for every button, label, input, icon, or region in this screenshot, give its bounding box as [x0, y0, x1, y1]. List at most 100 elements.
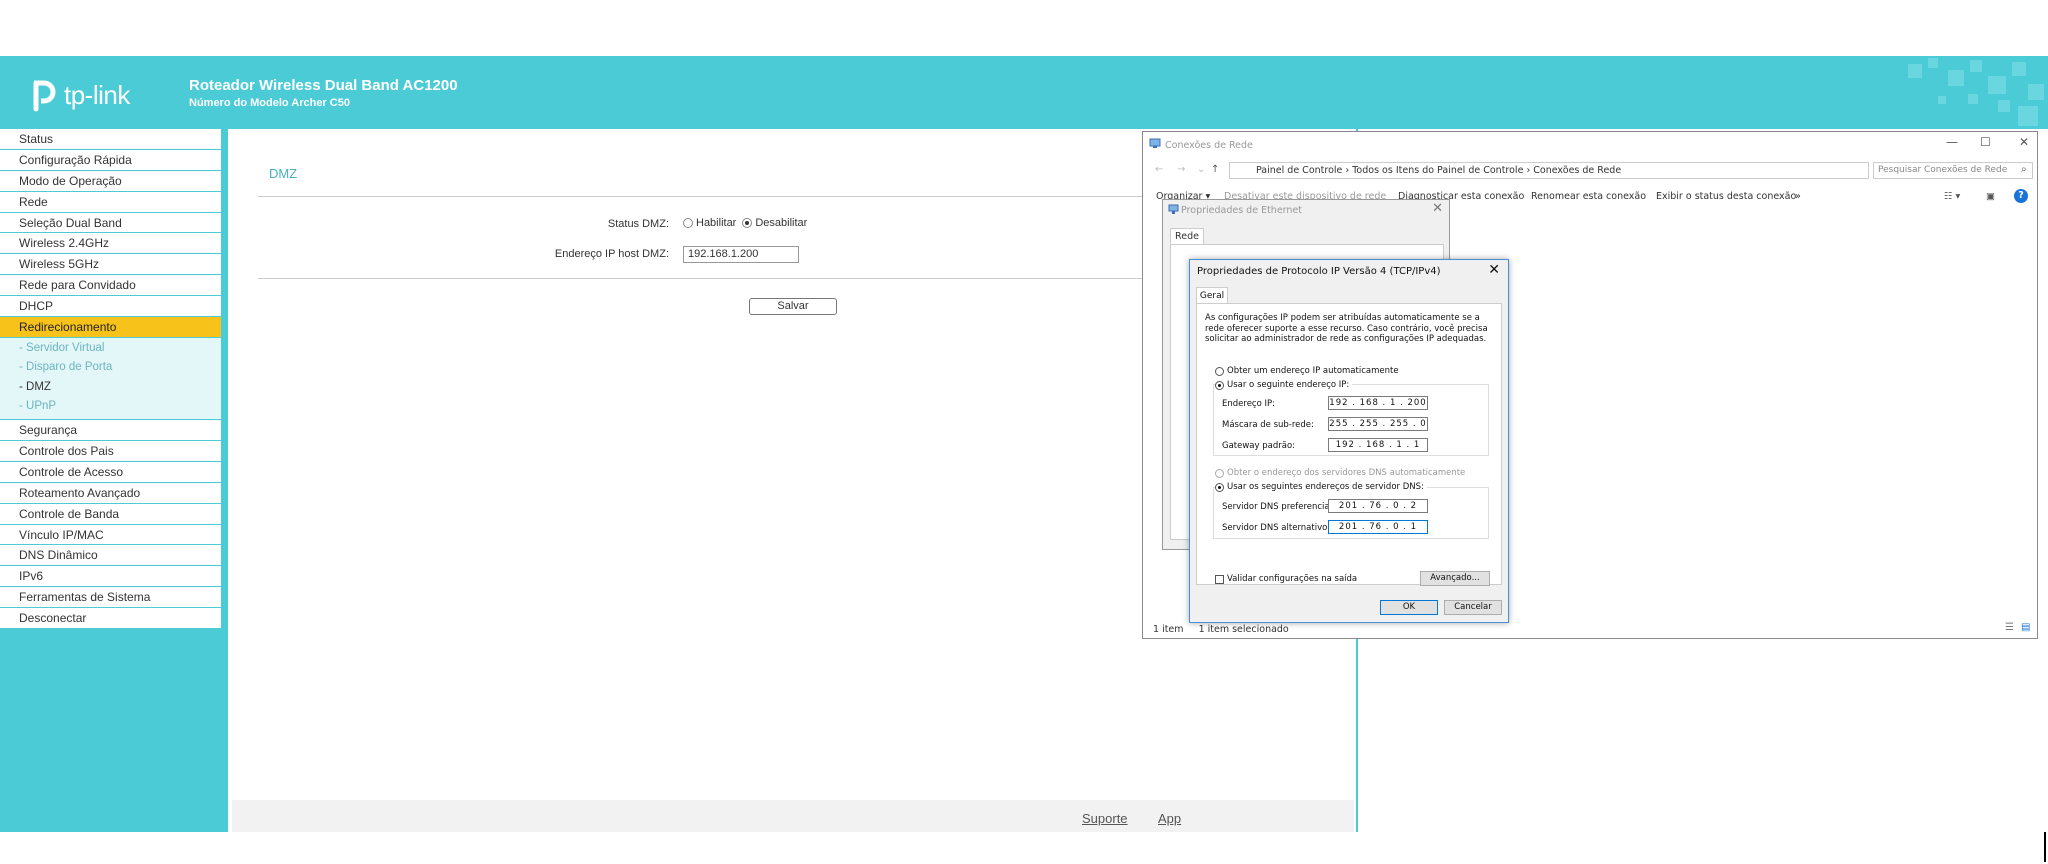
- auto-dns-radio[interactable]: [1215, 468, 1224, 478]
- validate-checkbox[interactable]: [1215, 574, 1224, 584]
- gateway-field[interactable]: 192 . 168 . 1 . 1: [1328, 438, 1428, 452]
- dropdown-icon[interactable]: ⌄: [1197, 164, 1205, 175]
- sidebar-item-status[interactable]: Status: [0, 129, 221, 150]
- tab-network[interactable]: Rede: [1170, 228, 1204, 245]
- rename-button[interactable]: Renomear esta conexão: [1531, 191, 1646, 202]
- manual-dns-group: Servidor DNS preferencial: 201 . 76 . 0 …: [1213, 487, 1489, 539]
- details-view-icon[interactable]: ☰: [2005, 622, 2014, 633]
- footer: Suporte App: [232, 800, 1354, 832]
- cancel-button[interactable]: Cancelar: [1444, 600, 1502, 615]
- dialog-title: Propriedades de Protocolo IP Versão 4 (T…: [1197, 266, 1441, 277]
- alternate-dns-field[interactable]: 201 . 76 . 0 . 1: [1328, 520, 1428, 534]
- sidebar-item-operation-mode[interactable]: Modo de Operação: [0, 170, 221, 192]
- breadcrumb-network-connections[interactable]: Conexões de Rede: [1533, 165, 1621, 176]
- manual-ip-option[interactable]: Usar o seguinte endereço IP:: [1215, 380, 1353, 390]
- sidebar-item-access-control[interactable]: Controle de Acesso: [0, 461, 221, 483]
- status-item-count: 1 item: [1153, 624, 1184, 635]
- sidebar-item-advanced-routing[interactable]: Roteamento Avançado: [0, 482, 221, 504]
- sidebar-item-ipv6[interactable]: IPv6: [0, 566, 221, 588]
- app-link[interactable]: App: [1158, 811, 1181, 826]
- manual-ip-label: Usar o seguinte endereço IP:: [1227, 380, 1350, 390]
- sidebar-item-security[interactable]: Segurança: [0, 420, 221, 441]
- ok-button[interactable]: OK: [1380, 600, 1438, 615]
- disable-label: Desabilitar: [755, 217, 808, 229]
- close-icon[interactable]: ✕: [1432, 201, 1443, 216]
- manual-ip-radio[interactable]: [1215, 380, 1224, 390]
- dmz-status-radios: Habilitar Desabilitar: [683, 217, 807, 229]
- sidebar-item-dual-band[interactable]: Seleção Dual Band: [0, 212, 221, 234]
- subnet-mask-field[interactable]: 255 . 255 . 255 . 0: [1328, 417, 1428, 431]
- sidebar-item-quick-setup[interactable]: Configuração Rápida: [0, 149, 221, 171]
- breadcrumb-all-items[interactable]: Todos os Itens do Painel de Controle: [1352, 165, 1523, 176]
- dmz-host-ip-label: Endereço IP host DMZ:: [554, 248, 669, 260]
- maximize-icon[interactable]: ☐: [1980, 135, 1991, 149]
- minimize-icon[interactable]: —: [1946, 135, 1958, 149]
- auto-dns-option[interactable]: Obter o endereço dos servidores DNS auto…: [1215, 468, 1465, 478]
- search-icon[interactable]: ⌕: [2021, 164, 2027, 175]
- sidebar-subitem-port-triggering[interactable]: - Disparo de Porta: [0, 358, 221, 377]
- router-header: tp-link Roteador Wireless Dual Band AC12…: [0, 56, 2048, 129]
- view-status-button[interactable]: Exibir o status desta conexão: [1656, 191, 1796, 202]
- auto-ip-radio[interactable]: [1215, 366, 1224, 376]
- forwarding-submenu: - Servidor Virtual - Disparo de Porta - …: [0, 337, 221, 421]
- close-icon[interactable]: ✕: [2019, 135, 2029, 149]
- sidebar-item-guest-network[interactable]: Rede para Convidado: [0, 275, 221, 297]
- status-bar: 1 item 1 item selecionado: [1153, 624, 1289, 635]
- advanced-button[interactable]: Avançado...: [1420, 571, 1490, 586]
- dmz-status-label: Status DMZ:: [607, 218, 669, 230]
- preview-pane-icon[interactable]: ▣: [1986, 191, 1995, 202]
- manual-dns-label: Usar os seguintes endereços de servidor …: [1227, 482, 1424, 492]
- forward-icon[interactable]: →: [1177, 164, 1185, 175]
- sidebar-item-parental-control[interactable]: Controle dos Pais: [0, 440, 221, 462]
- back-icon[interactable]: ←: [1155, 164, 1163, 175]
- sidebar-item-forwarding[interactable]: Redirecionamento: [0, 317, 221, 338]
- router-title: Roteador Wireless Dual Band AC1200: [189, 77, 458, 94]
- sidebar-item-ip-mac-binding[interactable]: Vínculo IP/MAC: [0, 524, 221, 546]
- ip-address-field[interactable]: 192 . 168 . 1 . 200: [1328, 396, 1428, 410]
- ipv4-properties-dialog: Propriedades de Protocolo IP Versão 4 (T…: [1189, 259, 1509, 623]
- logo-text: tp-link: [64, 79, 130, 110]
- sidebar-nav: Status Configuração Rápida Modo de Opera…: [0, 129, 221, 629]
- help-icon[interactable]: ?: [2014, 189, 2028, 203]
- text-caret: [2044, 832, 2046, 862]
- dmz-host-ip-input[interactable]: 192.168.1.200: [683, 246, 799, 263]
- search-input[interactable]: Pesquisar Conexões de Rede: [1873, 162, 2033, 179]
- sidebar-subitem-upnp[interactable]: - UPnP: [0, 397, 221, 416]
- up-icon[interactable]: ↑: [1211, 164, 1219, 175]
- sidebar-item-dynamic-dns[interactable]: DNS Dinâmico: [0, 545, 221, 567]
- view-options-icon[interactable]: ☷ ▾: [1944, 191, 1960, 202]
- sidebar-item-system-tools[interactable]: Ferramentas de Sistema: [0, 587, 221, 609]
- auto-ip-label: Obter um endereço IP automaticamente: [1227, 366, 1399, 376]
- support-link[interactable]: Suporte: [1082, 811, 1128, 826]
- address-bar[interactable]: Painel de Controle › Todos os Itens do P…: [1229, 162, 1869, 179]
- sidebar-item-wireless-24[interactable]: Wireless 2.4GHz: [0, 233, 221, 255]
- preferred-dns-field[interactable]: 201 . 76 . 0 . 2: [1328, 499, 1428, 513]
- sidebar-item-logout[interactable]: Desconectar: [0, 608, 221, 629]
- manual-dns-radio[interactable]: [1215, 482, 1224, 492]
- sidebar-subitem-dmz[interactable]: - DMZ: [0, 378, 221, 397]
- window-title: Propriedades de Ethernet: [1181, 205, 1303, 216]
- page-title: DMZ: [269, 166, 298, 181]
- sidebar-item-bandwidth-control[interactable]: Controle de Banda: [0, 503, 221, 525]
- breadcrumb-control-panel[interactable]: Painel de Controle: [1256, 165, 1342, 176]
- save-button[interactable]: Salvar: [749, 298, 837, 315]
- disable-radio[interactable]: [742, 218, 753, 228]
- enable-radio[interactable]: [683, 218, 693, 228]
- general-tab-panel: As configurações IP podem ser atribuídas…: [1196, 303, 1502, 585]
- alternate-dns-label: Servidor DNS alternativo:: [1222, 523, 1331, 533]
- tp-link-logo-icon: [33, 80, 56, 112]
- tab-general[interactable]: Geral: [1196, 287, 1228, 304]
- more-commands-button[interactable]: »: [1795, 191, 1801, 202]
- sidebar-item-wireless-5[interactable]: Wireless 5GHz: [0, 254, 221, 276]
- auto-ip-option[interactable]: Obter um endereço IP automaticamente: [1215, 366, 1399, 376]
- ethernet-icon: [1168, 204, 1179, 214]
- ip-description: As configurações IP podem ser atribuídas…: [1205, 313, 1488, 344]
- large-icons-view-icon[interactable]: ▤: [2021, 622, 2030, 633]
- manual-dns-option[interactable]: Usar os seguintes endereços de servidor …: [1215, 482, 1427, 492]
- close-icon[interactable]: ✕: [1488, 262, 1500, 278]
- sidebar-item-network[interactable]: Rede: [0, 191, 221, 213]
- sidebar-item-dhcp[interactable]: DHCP: [0, 296, 221, 318]
- tp-link-logo: tp-link: [20, 75, 130, 115]
- validate-settings-option[interactable]: Validar configurações na saída: [1215, 574, 1357, 584]
- sidebar-subitem-virtual-server[interactable]: - Servidor Virtual: [0, 339, 221, 358]
